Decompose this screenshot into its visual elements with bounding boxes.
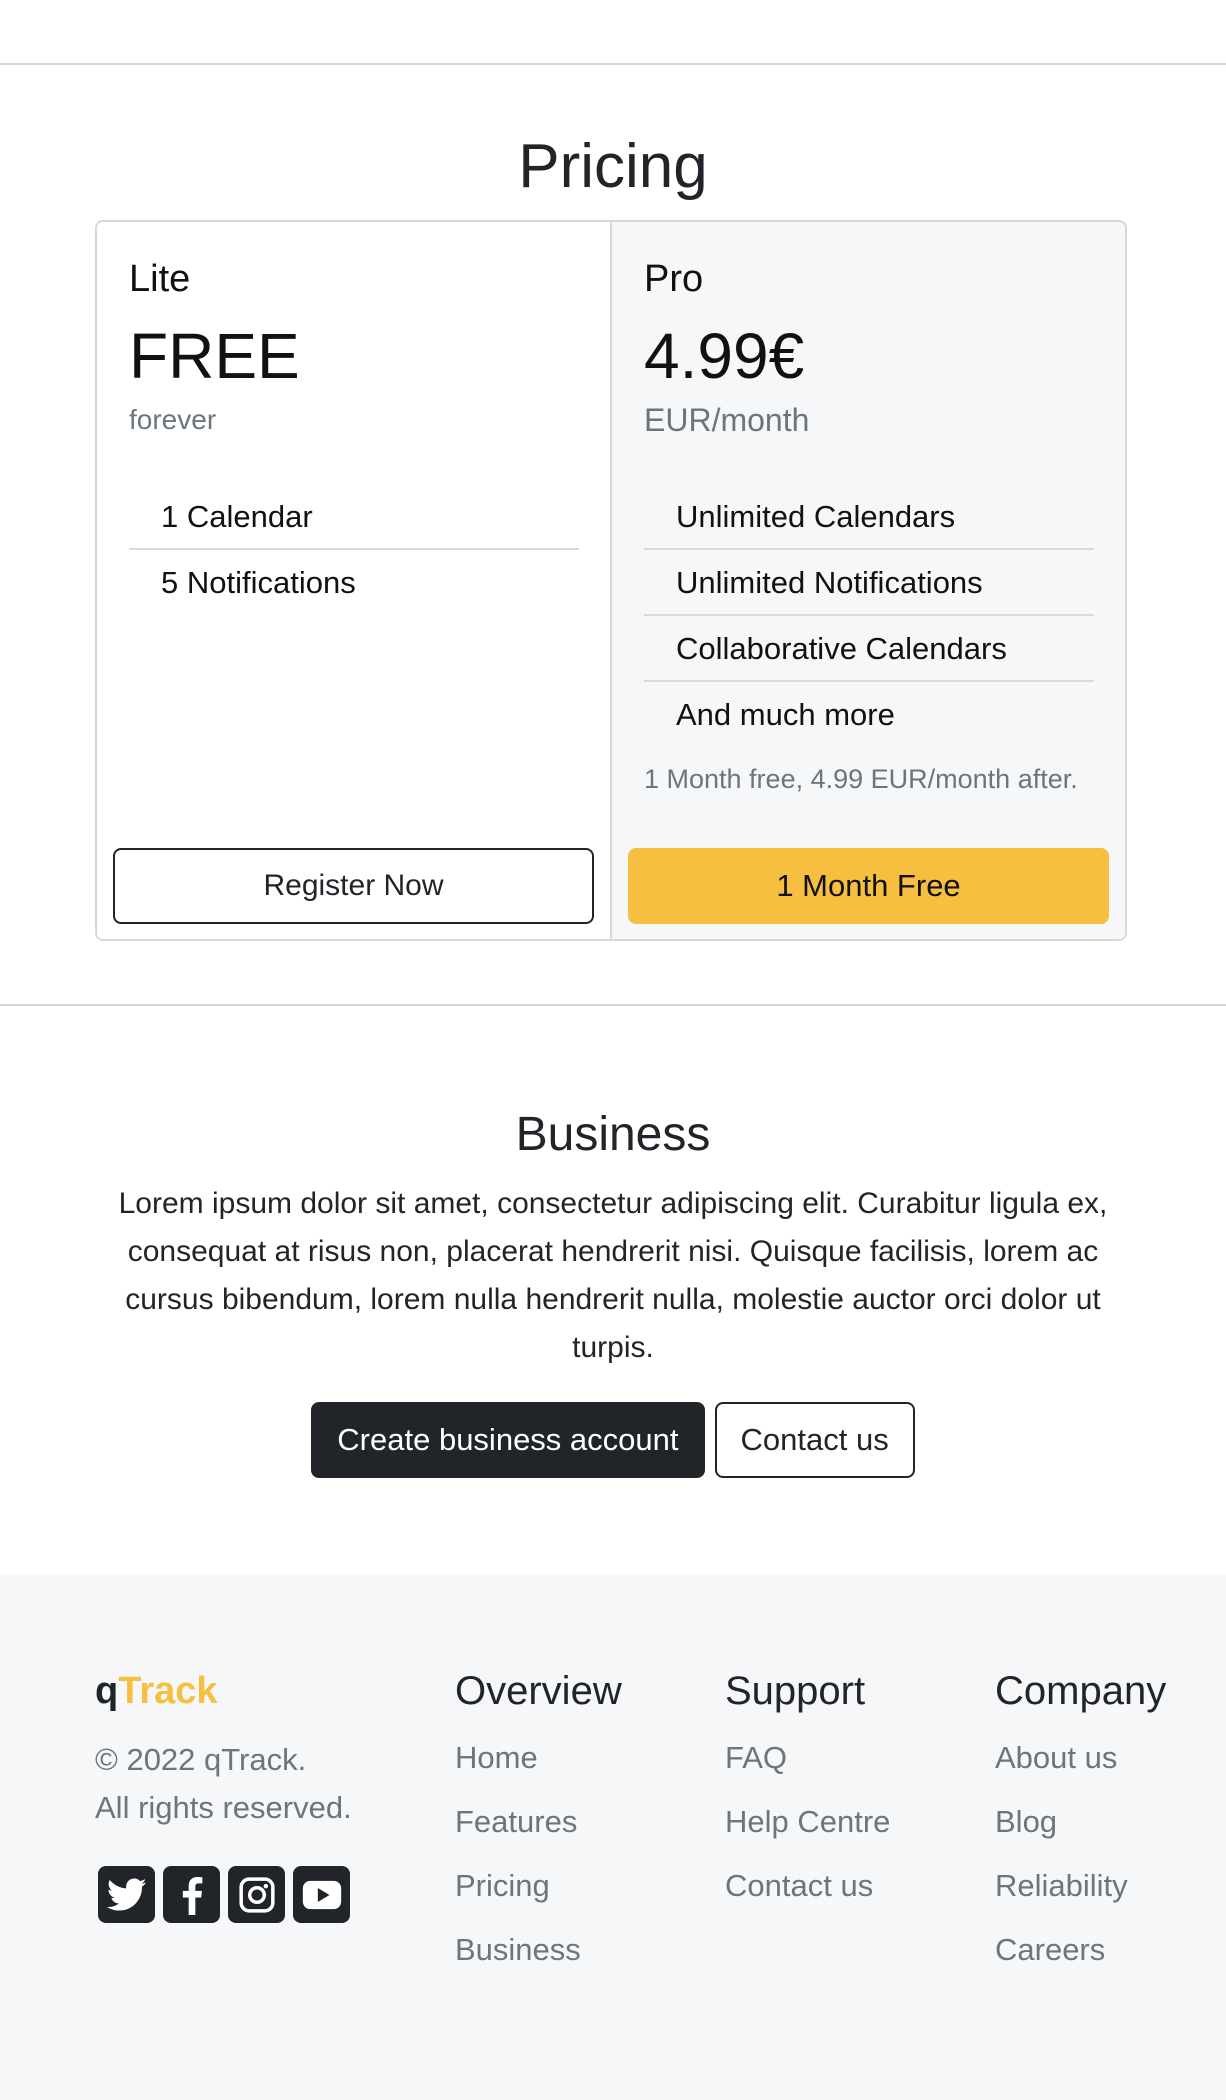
contact-us-button[interactable]: Contact us bbox=[714, 1402, 915, 1478]
copyright-line: All rights reserved. bbox=[95, 1790, 352, 1825]
youtube-icon[interactable] bbox=[293, 1866, 350, 1923]
plan-name: Lite bbox=[129, 258, 191, 300]
footer-link-business[interactable]: Business bbox=[455, 1918, 622, 1982]
feature-list: 1 Calendar 5 Notifications bbox=[129, 484, 579, 616]
feature-list: Unlimited Calendars Unlimited Notificati… bbox=[644, 484, 1094, 748]
section-divider bbox=[0, 1004, 1226, 1006]
create-business-account-button[interactable]: Create business account bbox=[311, 1402, 705, 1478]
plan-price: 4.99€ bbox=[644, 320, 805, 392]
footer-link-about-us[interactable]: About us bbox=[995, 1726, 1166, 1790]
plan-period: forever bbox=[129, 404, 217, 435]
plan-price: FREE bbox=[129, 320, 300, 392]
footer-column-company: Company About us Blog Reliability Career… bbox=[995, 1668, 1166, 1982]
facebook-icon[interactable] bbox=[163, 1866, 220, 1923]
business-description: Lorem ipsum dolor sit amet, consectetur … bbox=[118, 1187, 1108, 1364]
footer: qTrack © 2022 qTrack. All rights reserve… bbox=[0, 1574, 1226, 2100]
footer-link-features[interactable]: Features bbox=[455, 1790, 622, 1854]
one-month-free-button[interactable]: 1 Month Free bbox=[628, 848, 1109, 924]
list-item: 5 Notifications bbox=[161, 565, 356, 600]
trial-note: 1 Month free, 4.99 EUR/month after. bbox=[644, 764, 1078, 794]
plan-card-pro: Pro 4.99€ EUR/month Unlimited Calendars … bbox=[612, 222, 1125, 939]
plan-card-lite: Lite FREE forever 1 Calendar 5 Notificat… bbox=[97, 222, 612, 939]
footer-link-pricing[interactable]: Pricing bbox=[455, 1854, 622, 1918]
business-actions: Create business account Contact us bbox=[0, 1402, 1226, 1478]
footer-link-help-centre[interactable]: Help Centre bbox=[725, 1790, 890, 1854]
twitter-icon[interactable] bbox=[98, 1866, 155, 1923]
social-links bbox=[98, 1866, 350, 1923]
footer-column-title: Support bbox=[725, 1669, 866, 1713]
plan-name: Pro bbox=[644, 258, 704, 300]
list-item: Collaborative Calendars bbox=[644, 616, 1094, 682]
footer-column-title: Company bbox=[995, 1669, 1167, 1713]
register-now-button[interactable]: Register Now bbox=[113, 848, 594, 924]
business-title: Business bbox=[515, 1108, 711, 1161]
footer-column-overview: Overview Home Features Pricing Business bbox=[455, 1668, 622, 1982]
footer-link-home[interactable]: Home bbox=[455, 1726, 622, 1790]
list-item: Unlimited Calendars bbox=[644, 484, 1094, 550]
footer-link-blog[interactable]: Blog bbox=[995, 1790, 1166, 1854]
footer-link-contact-us[interactable]: Contact us bbox=[725, 1854, 890, 1918]
plan-period: EUR/month bbox=[644, 402, 810, 438]
list-item: 1 Calendar bbox=[129, 484, 579, 550]
brand-logo[interactable]: qTrack bbox=[95, 1668, 218, 1714]
copyright-line: © 2022 qTrack. bbox=[95, 1742, 307, 1777]
footer-link-careers[interactable]: Careers bbox=[995, 1918, 1166, 1982]
pricing-title: Pricing bbox=[518, 132, 708, 201]
pricing-plans: Lite FREE forever 1 Calendar 5 Notificat… bbox=[95, 220, 1127, 941]
brand-logo-track: Track bbox=[118, 1670, 218, 1712]
list-item: Unlimited Notifications bbox=[644, 550, 1094, 616]
brand-logo-q: q bbox=[95, 1670, 119, 1712]
instagram-icon[interactable] bbox=[228, 1866, 285, 1923]
top-divider bbox=[0, 63, 1226, 65]
list-item: And much more bbox=[676, 697, 895, 732]
footer-column-title: Overview bbox=[455, 1669, 622, 1713]
footer-column-support: Support FAQ Help Centre Contact us bbox=[725, 1668, 890, 1918]
footer-link-faq[interactable]: FAQ bbox=[725, 1726, 890, 1790]
footer-link-reliability[interactable]: Reliability bbox=[995, 1854, 1166, 1918]
copyright: © 2022 qTrack. All rights reserved. bbox=[95, 1736, 352, 1832]
